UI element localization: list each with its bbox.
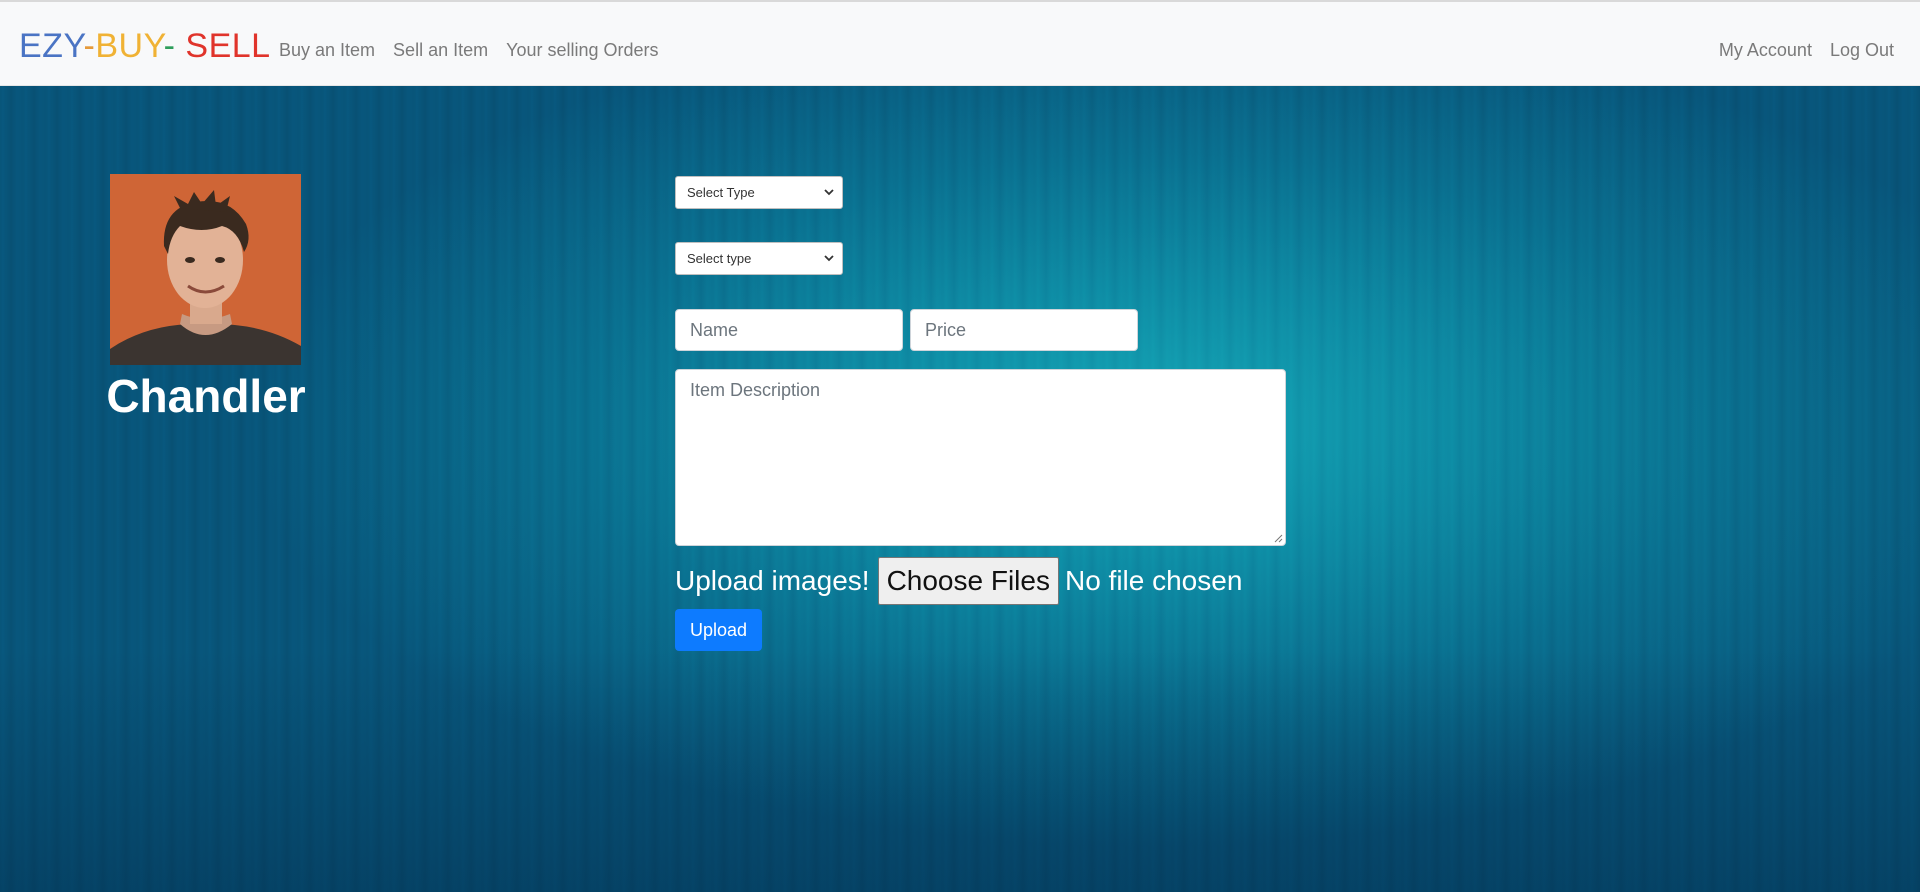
nav-log-out[interactable]: Log Out — [1830, 40, 1894, 61]
upload-button[interactable]: Upload — [675, 609, 762, 651]
top-navbar: EZY-BUY- SELL Buy an Item Sell an Item Y… — [0, 0, 1920, 86]
chevron-down-icon — [824, 255, 834, 262]
type-select-1[interactable]: Select Type — [675, 176, 843, 209]
name-placeholder: Name — [690, 320, 739, 340]
upload-row: Upload images! Choose Files No file chos… — [675, 556, 1242, 606]
type-select-2[interactable]: Select type — [675, 242, 843, 275]
brand-logo[interactable]: EZY-BUY- SELL — [19, 26, 271, 66]
brand-dash-2: - — [163, 27, 186, 65]
nav-selling-orders[interactable]: Your selling Orders — [506, 40, 658, 61]
no-file-status: No file chosen — [1064, 565, 1243, 596]
nav-right-links: My Account Log Out — [1701, 40, 1894, 61]
nav-buy-item[interactable]: Buy an Item — [279, 40, 375, 61]
resize-handle-icon[interactable] — [1273, 533, 1283, 543]
avatar — [110, 174, 301, 365]
name-input[interactable]: Name — [675, 309, 903, 351]
profile-name: Chandler — [106, 370, 306, 422]
brand-dash-1: - — [83, 27, 96, 65]
upload-label: Upload images! — [675, 565, 870, 596]
brand-part-sell: SELL — [185, 27, 271, 65]
nav-my-account[interactable]: My Account — [1719, 40, 1812, 61]
nav-sell-item[interactable]: Sell an Item — [393, 40, 488, 61]
brand-part-ezy: EZY — [19, 27, 84, 65]
price-placeholder: Price — [925, 320, 967, 340]
brand-part-buy: BUY — [95, 27, 164, 65]
choose-files-button[interactable]: Choose Files — [877, 557, 1059, 605]
description-textarea[interactable]: Item Description — [675, 369, 1286, 546]
type-select-1-value: Select Type — [687, 185, 755, 200]
price-input[interactable]: Price — [910, 309, 1138, 351]
description-placeholder: Item Description — [690, 380, 821, 400]
type-select-2-value: Select type — [687, 251, 752, 266]
nav-left-links: Buy an Item Sell an Item Your selling Or… — [279, 40, 677, 61]
chevron-down-icon — [824, 189, 834, 196]
